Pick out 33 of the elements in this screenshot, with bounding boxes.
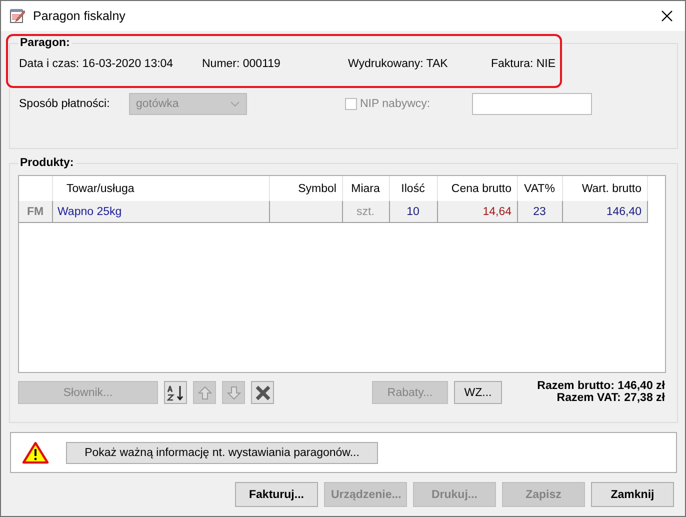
- table-cell: szt.: [342, 201, 389, 222]
- row-marker: FM: [19, 201, 52, 222]
- info-label: Wydrukowany: TAK: [348, 58, 448, 70]
- sort-icon: [166, 384, 184, 402]
- down-arrow-icon: [226, 384, 242, 400]
- table-cell: 14,64: [437, 201, 517, 222]
- group-heading: Produkty:: [18, 157, 76, 169]
- icon-button[interactable]: [164, 381, 187, 404]
- info-label: Faktura: NIE: [491, 58, 556, 70]
- up-arrow-icon: [196, 384, 212, 400]
- footer-button[interactable]: Zamknij: [591, 482, 674, 507]
- info-label: Data i czas: 16-03-2020 13:04: [19, 58, 174, 70]
- table-cell: 10: [389, 201, 437, 222]
- table-cell: 23: [517, 201, 562, 222]
- chevron-down-icon: [230, 101, 240, 107]
- total-label: Razem brutto: 146,40 zł: [537, 380, 665, 392]
- toolbar-button[interactable]: WZ...: [454, 381, 502, 404]
- notepad-icon: [9, 8, 25, 24]
- close-icon[interactable]: [661, 10, 673, 22]
- table-cell: Wapno 25kg: [52, 201, 269, 222]
- checkbox-label: NIP nabywcy:: [360, 98, 432, 110]
- field-label: Sposób płatności:: [19, 98, 111, 110]
- table-cell: 146,40: [562, 201, 647, 222]
- nip-input[interactable]: [472, 93, 592, 115]
- info-button[interactable]: Pokaż ważną informację nt. wystawiania paragonów...: [66, 442, 378, 464]
- icon-button[interactable]: [251, 381, 274, 404]
- total-label: Razem VAT: 27,38 zł: [556, 392, 665, 404]
- footer-button[interactable]: Fakturuj...: [235, 482, 318, 507]
- group-heading: Paragon:: [18, 37, 72, 49]
- warning-icon: [22, 441, 49, 464]
- info-label: Numer: 000119: [202, 58, 280, 70]
- delete-icon: [254, 384, 270, 400]
- window-title: Paragon fiskalny: [33, 9, 126, 23]
